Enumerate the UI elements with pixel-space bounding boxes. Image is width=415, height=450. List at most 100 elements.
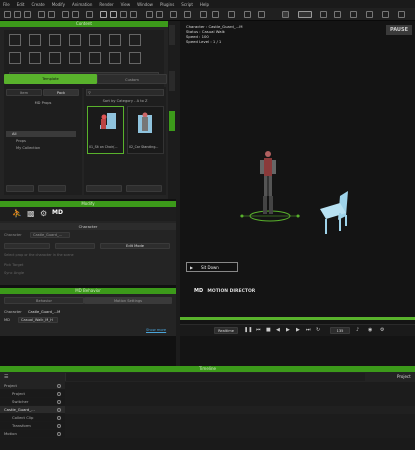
menu-edit[interactable]: Edit bbox=[17, 2, 25, 7]
library-tab-pack[interactable]: Pack bbox=[43, 89, 79, 96]
timeline-track[interactable] bbox=[65, 430, 415, 438]
tab-motion-settings[interactable]: Motion Settings bbox=[84, 297, 172, 304]
light-icon[interactable] bbox=[156, 11, 163, 18]
next-frame-icon[interactable]: ▶ bbox=[296, 327, 300, 333]
sit-down-prompt[interactable]: ▶ Sit Down bbox=[186, 262, 238, 272]
menu-file[interactable]: File bbox=[3, 2, 10, 7]
capture-icon[interactable] bbox=[334, 11, 341, 18]
timeline-track[interactable] bbox=[65, 390, 415, 398]
motion-mode-icon[interactable] bbox=[282, 11, 289, 18]
render-icon[interactable] bbox=[86, 11, 93, 18]
gear-icon[interactable]: ⚙ bbox=[380, 327, 384, 333]
timeline-ruler[interactable] bbox=[65, 373, 365, 381]
side-tab-content[interactable] bbox=[169, 111, 175, 131]
add-folder-button[interactable] bbox=[6, 185, 34, 192]
import-icon[interactable] bbox=[62, 11, 69, 18]
menu-window[interactable]: Window bbox=[137, 2, 153, 7]
select-icon[interactable] bbox=[100, 11, 107, 18]
stage-category-icon[interactable] bbox=[49, 34, 61, 46]
undo-icon[interactable] bbox=[38, 11, 45, 18]
library-options-button[interactable] bbox=[126, 185, 162, 192]
settings-icon[interactable] bbox=[398, 11, 405, 18]
timeline-track[interactable] bbox=[65, 398, 415, 406]
grid-icon[interactable]: ▩ bbox=[27, 209, 35, 218]
fast-forward-icon[interactable]: ⏭ bbox=[306, 327, 311, 333]
visibility-toggle[interactable] bbox=[57, 416, 61, 420]
ik-icon[interactable] bbox=[366, 11, 373, 18]
camera-category-icon[interactable] bbox=[49, 52, 61, 64]
sync-angle-checkbox[interactable]: Sync Angle bbox=[4, 271, 24, 275]
timeline-row-collect-clip[interactable]: Collect Clip bbox=[0, 414, 415, 422]
menu-help[interactable]: Help bbox=[200, 2, 209, 7]
library-tab-item[interactable]: Item bbox=[6, 89, 42, 96]
visibility-toggle[interactable] bbox=[57, 392, 61, 396]
lighting-icon[interactable] bbox=[228, 11, 235, 18]
menu-create[interactable]: Create bbox=[31, 2, 44, 7]
menu-modify[interactable]: Modify bbox=[52, 2, 65, 7]
timeline-track[interactable] bbox=[65, 406, 415, 414]
play-icon[interactable]: ▶ bbox=[286, 327, 290, 333]
pause-icon[interactable]: ❚❚ bbox=[244, 327, 252, 333]
timeline-menu-icon[interactable]: ☰ bbox=[4, 374, 8, 380]
actor-category-icon[interactable] bbox=[9, 34, 21, 46]
scale-icon[interactable] bbox=[130, 11, 137, 18]
export-icon[interactable] bbox=[72, 11, 79, 18]
light-category-icon[interactable] bbox=[29, 52, 41, 64]
character-icon[interactable]: ⛹ bbox=[12, 209, 22, 218]
visibility-toggle[interactable] bbox=[57, 432, 61, 436]
shading-icon[interactable] bbox=[200, 11, 207, 18]
side-tab-visual[interactable] bbox=[169, 71, 175, 91]
tab-custom[interactable]: Custom bbox=[97, 74, 167, 84]
edit-mode-button[interactable]: Edit Mode bbox=[100, 243, 170, 249]
mode-left-button[interactable] bbox=[4, 243, 50, 249]
show-more-link[interactable]: Show more bbox=[146, 328, 166, 332]
frame-input[interactable]: 135 bbox=[330, 327, 350, 334]
3d-viewport[interactable]: Character : Castle_Guard_...M Status : C… bbox=[180, 21, 415, 366]
mode-middle-button[interactable] bbox=[55, 243, 95, 249]
tab-behavior[interactable]: Behavior bbox=[4, 297, 84, 304]
animation-category-icon[interactable] bbox=[29, 34, 41, 46]
timeline-row-switcher[interactable]: Switcher bbox=[0, 398, 415, 406]
tree-item-my-collection[interactable]: My Collection bbox=[12, 145, 76, 151]
open-project-icon[interactable] bbox=[14, 11, 21, 18]
playback-progress-bar[interactable] bbox=[180, 317, 415, 320]
timeline-track[interactable] bbox=[65, 414, 415, 422]
search-input[interactable]: ⚲ bbox=[86, 89, 164, 96]
motion-director-icon[interactable] bbox=[298, 11, 312, 18]
timeline-track[interactable] bbox=[65, 422, 415, 430]
character-select[interactable]: Castle_Guard_... bbox=[30, 232, 70, 238]
new-project-icon[interactable] bbox=[4, 11, 11, 18]
menu-plugins[interactable]: Plugins bbox=[160, 2, 174, 7]
md-behavior-select[interactable]: Casual_Walk_M_H bbox=[18, 317, 58, 323]
visibility-toggle[interactable] bbox=[57, 408, 61, 412]
timeline-row-character[interactable]: Castle_Guard_... bbox=[0, 406, 415, 414]
timeline-row-transform[interactable]: Transform bbox=[0, 422, 415, 430]
library-item-car-standing[interactable]: 02_Car Standing... bbox=[127, 106, 164, 154]
md-icon[interactable]: MD bbox=[52, 209, 63, 216]
visibility-toggle[interactable] bbox=[57, 400, 61, 404]
gear-icon[interactable]: ⚙ bbox=[40, 209, 47, 218]
stop-icon[interactable]: ■ bbox=[266, 327, 271, 333]
grid-icon[interactable] bbox=[170, 11, 177, 18]
menu-view[interactable]: View bbox=[121, 2, 131, 7]
tab-template[interactable]: Template bbox=[4, 74, 97, 84]
menu-script[interactable]: Script bbox=[181, 2, 193, 7]
wireframe-icon[interactable] bbox=[212, 11, 219, 18]
tree-item-all[interactable]: All bbox=[6, 131, 76, 137]
timeline-track[interactable] bbox=[65, 382, 415, 390]
water-category-icon[interactable] bbox=[109, 52, 121, 64]
menu-render[interactable]: Render bbox=[99, 2, 113, 7]
rotate-icon[interactable] bbox=[120, 11, 127, 18]
visibility-toggle[interactable] bbox=[57, 424, 61, 428]
sky-category-icon[interactable] bbox=[69, 52, 81, 64]
apply-button[interactable] bbox=[86, 185, 122, 192]
redo-icon[interactable] bbox=[48, 11, 55, 18]
rewind-icon[interactable]: ⏮ bbox=[256, 327, 261, 333]
motion-category-icon[interactable] bbox=[129, 34, 141, 46]
prev-frame-icon[interactable]: ◀ bbox=[276, 327, 280, 333]
layout-icon[interactable] bbox=[382, 11, 389, 18]
remove-folder-button[interactable] bbox=[38, 185, 66, 192]
loop-icon[interactable]: ↻ bbox=[316, 327, 320, 333]
move-icon[interactable] bbox=[110, 11, 117, 18]
fx-category-icon[interactable] bbox=[109, 34, 121, 46]
